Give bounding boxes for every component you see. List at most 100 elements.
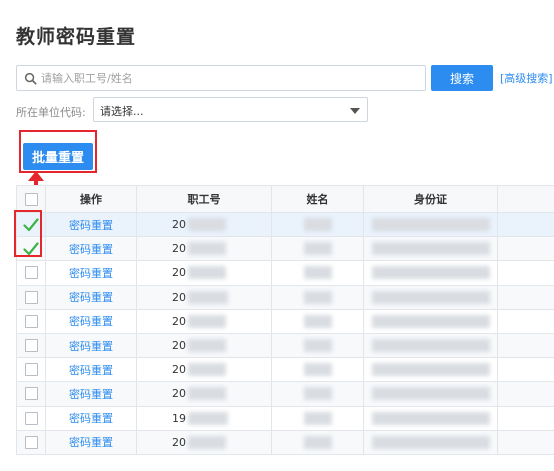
row-checkbox[interactable] <box>24 266 38 280</box>
row-id-card-cell <box>364 309 498 333</box>
redacted-id-card <box>371 387 490 401</box>
redacted-name <box>303 339 332 353</box>
redacted-name <box>303 218 332 232</box>
table-row: 密码重置 20 <box>16 333 554 359</box>
row-id-card-cell <box>364 406 498 430</box>
row-id-card-cell <box>364 358 498 382</box>
row-checkbox[interactable] <box>24 314 38 328</box>
table-row: 密码重置 20 <box>16 309 554 334</box>
password-reset-link[interactable]: 密码重置 <box>69 434 113 450</box>
row-staff-id-cell: 20 <box>137 333 272 358</box>
redacted-name <box>303 242 332 256</box>
password-reset-link[interactable]: 密码重置 <box>69 386 113 402</box>
row-action-cell: 密码重置 <box>46 406 137 430</box>
table-row: 密码重置 20 <box>16 358 554 383</box>
row-staff-id-cell: 20 <box>137 237 272 261</box>
row-id-card-cell <box>364 285 498 309</box>
row-id-card-cell <box>364 333 498 358</box>
search-box <box>16 65 426 91</box>
row-staff-id-cell: 20 <box>137 430 272 454</box>
redacted-id-card <box>371 435 490 449</box>
row-checkbox[interactable] <box>24 387 38 401</box>
redacted-id-card <box>371 290 490 304</box>
row-action-cell: 密码重置 <box>46 430 137 454</box>
password-reset-link[interactable]: 密码重置 <box>69 338 113 354</box>
row-checkbox[interactable] <box>24 363 38 377</box>
row-staff-id-cell: 20 <box>137 382 272 406</box>
row-id-card-cell <box>364 237 498 261</box>
row-select-cell <box>16 358 46 382</box>
row-extra-cell <box>498 286 554 309</box>
redacted-staff-id <box>188 266 226 280</box>
staff-id-prefix: 20 <box>172 266 186 280</box>
row-name-cell <box>272 213 364 237</box>
redacted-name <box>303 387 332 401</box>
staff-id-prefix: 20 <box>172 290 186 304</box>
row-id-card-cell <box>364 261 498 285</box>
column-header-staff-id: 职工号 <box>137 186 272 212</box>
redacted-staff-id <box>188 363 226 377</box>
chevron-down-icon <box>350 108 360 114</box>
redacted-id-card <box>371 363 490 377</box>
row-extra-cell <box>498 310 554 333</box>
row-extra-cell <box>498 213 554 236</box>
teacher-table: 操作 职工号 姓名 身份证 密码重置 20 密码重置 20 密码重置 20 密码重置 20 密码… <box>16 185 554 455</box>
password-reset-link[interactable]: 密码重置 <box>69 289 113 305</box>
redacted-staff-id <box>188 218 226 232</box>
redacted-staff-id <box>188 290 228 304</box>
search-input[interactable] <box>41 66 421 90</box>
column-header-id-card: 身份证 <box>364 186 498 212</box>
redacted-staff-id <box>188 314 226 328</box>
row-checkbox[interactable] <box>24 339 38 353</box>
row-action-cell: 密码重置 <box>46 213 137 237</box>
staff-id-prefix: 20 <box>172 387 186 401</box>
password-reset-link[interactable]: 密码重置 <box>69 217 113 233</box>
redacted-staff-id <box>188 339 226 353</box>
row-name-cell <box>272 430 364 454</box>
redacted-id-card <box>371 314 490 328</box>
row-staff-id-cell: 20 <box>137 285 272 309</box>
row-staff-id-cell: 20 <box>137 309 272 333</box>
row-select-cell <box>16 430 46 454</box>
row-select-cell <box>16 261 46 285</box>
redacted-staff-id <box>188 242 226 256</box>
staff-id-prefix: 19 <box>172 411 186 425</box>
search-button[interactable]: 搜索 <box>431 65 493 91</box>
column-header-extra <box>498 186 554 212</box>
row-action-cell: 密码重置 <box>46 358 137 382</box>
redacted-name <box>303 266 332 280</box>
batch-reset-button[interactable]: 批量重置 <box>23 143 93 170</box>
table-row: 密码重置 20 <box>16 430 554 455</box>
select-all-cell <box>16 186 46 212</box>
password-reset-link[interactable]: 密码重置 <box>69 241 113 257</box>
row-staff-id-cell: 20 <box>137 261 272 285</box>
staff-id-prefix: 20 <box>172 242 186 256</box>
advanced-search-link[interactable]: [高级搜索] <box>500 70 553 86</box>
staff-id-prefix: 20 <box>172 339 186 353</box>
row-select-cell <box>16 382 46 406</box>
password-reset-link[interactable]: 密码重置 <box>69 362 113 378</box>
redacted-name <box>303 363 332 377</box>
row-action-cell: 密码重置 <box>46 309 137 333</box>
column-header-name: 姓名 <box>272 186 364 212</box>
password-reset-link[interactable]: 密码重置 <box>69 410 113 426</box>
row-checkbox[interactable] <box>24 290 38 304</box>
password-reset-link[interactable]: 密码重置 <box>69 265 113 281</box>
staff-id-prefix: 20 <box>172 218 186 232</box>
row-name-cell <box>272 309 364 333</box>
table-row: 密码重置 20 <box>16 285 554 310</box>
row-extra-cell <box>498 407 554 430</box>
select-all-checkbox[interactable] <box>24 192 38 206</box>
row-extra-cell <box>498 431 554 454</box>
row-checkbox[interactable] <box>24 411 38 425</box>
column-header-action: 操作 <box>46 186 137 212</box>
row-action-cell: 密码重置 <box>46 285 137 309</box>
table-header: 操作 职工号 姓名 身份证 <box>16 185 554 213</box>
row-checkbox[interactable] <box>24 435 38 449</box>
row-id-card-cell <box>364 430 498 454</box>
search-icon <box>24 72 37 85</box>
row-name-cell <box>272 358 364 382</box>
unit-code-select[interactable]: 请选择... <box>93 97 368 122</box>
password-reset-link[interactable]: 密码重置 <box>69 313 113 329</box>
row-action-cell: 密码重置 <box>46 382 137 406</box>
